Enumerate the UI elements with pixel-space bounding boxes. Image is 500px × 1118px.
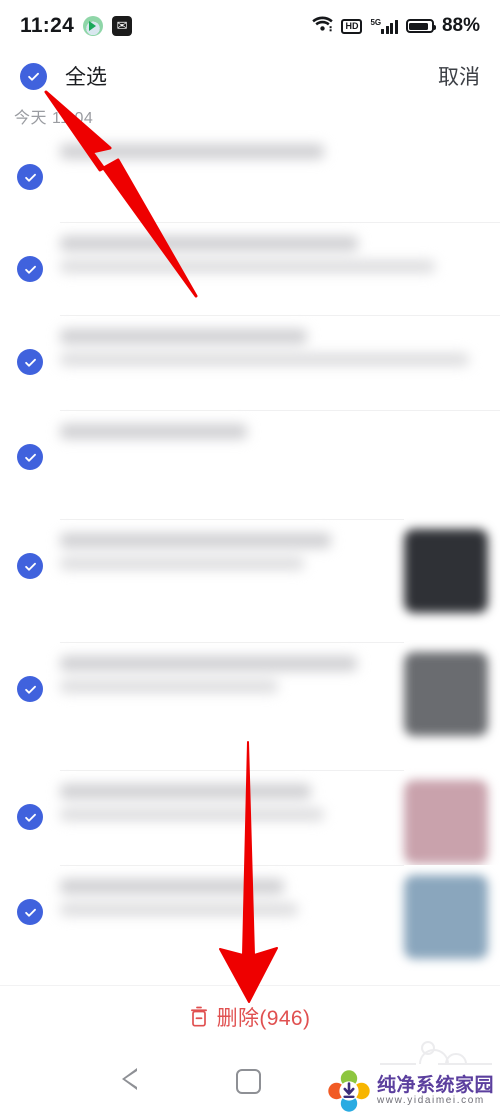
redacted-text-block bbox=[60, 784, 390, 821]
select-all-checkbox[interactable] bbox=[20, 62, 47, 90]
redacted-text-block bbox=[60, 236, 486, 273]
list-item-thumbnail bbox=[404, 875, 488, 959]
download-flower-logo-icon bbox=[328, 1070, 370, 1112]
list-item[interactable] bbox=[0, 865, 500, 960]
delete-button-label[interactable]: 删除(946) bbox=[217, 1002, 311, 1032]
check-icon[interactable] bbox=[17, 444, 43, 470]
list-item-checkbox[interactable] bbox=[0, 865, 60, 925]
date-group-header: 今天 11:04 bbox=[14, 110, 94, 127]
check-icon[interactable] bbox=[17, 804, 43, 830]
redacted-text-block bbox=[60, 879, 390, 916]
list-item[interactable] bbox=[0, 222, 500, 315]
list-item-checkbox[interactable] bbox=[0, 642, 60, 702]
list-item-content bbox=[60, 519, 404, 593]
list-item-content bbox=[60, 130, 500, 190]
home-square-icon[interactable] bbox=[236, 1069, 261, 1094]
network-type-label: 5G bbox=[370, 17, 382, 27]
check-icon[interactable] bbox=[17, 899, 43, 925]
list-item-content bbox=[60, 222, 500, 296]
list-item-content bbox=[60, 770, 404, 844]
back-triangle-icon[interactable] bbox=[122, 1068, 137, 1090]
status-bar-right: HD 5G 88% bbox=[312, 15, 480, 37]
watermark-ghost-mark bbox=[380, 1041, 492, 1065]
selection-action-bar: 全选 取消 bbox=[0, 52, 500, 100]
list-item-thumbnail bbox=[404, 652, 488, 736]
redacted-text-block bbox=[60, 144, 486, 159]
list-item-thumbnail bbox=[404, 529, 488, 613]
list-item-content bbox=[60, 410, 500, 470]
list-item-checkbox[interactable] bbox=[0, 315, 60, 375]
watermark-brand: 纯净系统家园 bbox=[376, 1074, 494, 1096]
list-item[interactable] bbox=[0, 410, 500, 519]
list-item[interactable] bbox=[0, 770, 500, 865]
list-item-content bbox=[60, 315, 500, 389]
list-item-checkbox[interactable] bbox=[0, 410, 60, 470]
site-watermark: 纯净系统家园 www.yidaimei.com bbox=[328, 1070, 494, 1112]
list-item-checkbox[interactable] bbox=[0, 130, 60, 190]
list-item[interactable] bbox=[0, 315, 500, 410]
status-bar: 11:24 HD 5G 88% bbox=[0, 0, 500, 52]
signal-bars-icon: 5G bbox=[370, 17, 398, 34]
list-item[interactable] bbox=[0, 130, 500, 222]
phone-screen: 11:24 HD 5G 88% bbox=[0, 0, 500, 1118]
status-bar-left: 11:24 bbox=[20, 14, 133, 38]
video-app-icon bbox=[83, 16, 104, 36]
check-icon[interactable] bbox=[17, 164, 43, 190]
check-icon[interactable] bbox=[17, 256, 43, 282]
hd-icon: HD bbox=[341, 18, 363, 34]
trash-icon bbox=[190, 1006, 208, 1027]
list-item-thumbnail bbox=[404, 780, 488, 864]
list-item-content bbox=[60, 865, 404, 939]
list-item[interactable] bbox=[0, 642, 500, 770]
redacted-text-block bbox=[60, 424, 486, 439]
mail-app-icon bbox=[112, 16, 133, 36]
select-all-label[interactable]: 全选 bbox=[65, 61, 107, 91]
watermark-url: www.yidaimei.com bbox=[376, 1094, 485, 1106]
list-item-checkbox[interactable] bbox=[0, 519, 60, 579]
redacted-text-block bbox=[60, 656, 390, 693]
list-item-checkbox[interactable] bbox=[0, 770, 60, 830]
list-item-content bbox=[60, 642, 404, 716]
redacted-text-block bbox=[60, 533, 390, 570]
list-item-checkbox[interactable] bbox=[0, 222, 60, 282]
battery-icon bbox=[405, 19, 436, 33]
check-icon[interactable] bbox=[17, 676, 43, 702]
status-time: 11:24 bbox=[20, 14, 75, 37]
message-list[interactable] bbox=[0, 130, 500, 985]
redacted-text-block bbox=[60, 329, 486, 366]
wifi-icon bbox=[312, 16, 334, 37]
battery-percent: 88% bbox=[441, 15, 480, 36]
check-icon[interactable] bbox=[17, 349, 43, 375]
cancel-button[interactable]: 取消 bbox=[438, 61, 480, 91]
list-item[interactable] bbox=[0, 519, 500, 642]
check-icon[interactable] bbox=[17, 553, 43, 579]
check-icon bbox=[28, 72, 39, 81]
